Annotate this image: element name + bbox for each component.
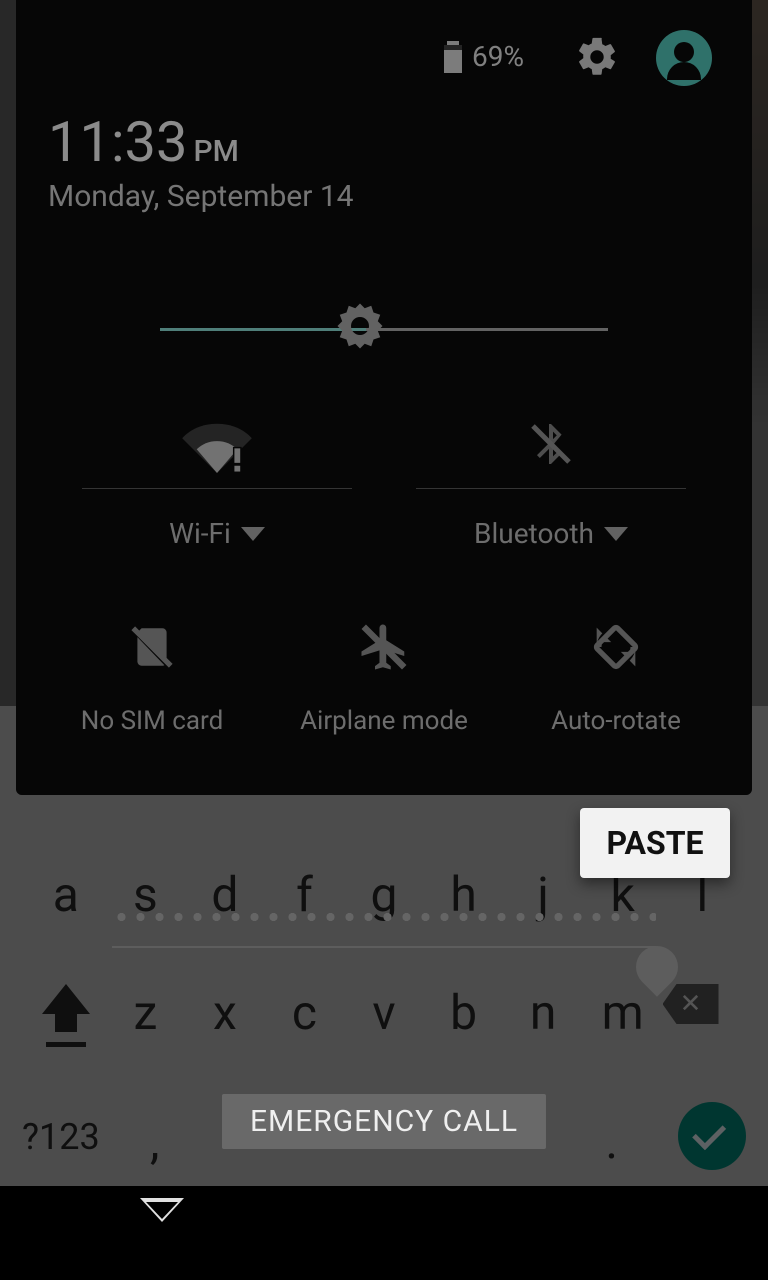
back-button[interactable] (140, 1222, 184, 1248)
clock-block[interactable]: 11:33PM Monday, September 14 (16, 109, 752, 214)
sim-label: No SIM card (81, 706, 223, 736)
bluetooth-label: Bluetooth (474, 517, 594, 550)
clock-ampm: PM (193, 134, 238, 169)
brightness-slider[interactable] (16, 298, 752, 358)
airplane-off-icon (357, 620, 411, 674)
auto-rotate-icon (587, 618, 645, 676)
wifi-icon (181, 415, 253, 473)
autorotate-label: Auto-rotate (551, 706, 681, 736)
user-avatar-button[interactable] (656, 30, 712, 86)
battery-icon (444, 41, 462, 73)
brightness-icon (333, 299, 387, 353)
chevron-down-icon (604, 527, 628, 541)
sim-tile[interactable]: No SIM card (36, 612, 268, 736)
wifi-label: Wi-Fi (169, 517, 231, 550)
settings-button[interactable] (574, 34, 620, 84)
autorotate-tile[interactable]: Auto-rotate (500, 612, 732, 736)
gear-icon (574, 34, 620, 80)
paste-popup[interactable]: PASTE (580, 808, 730, 878)
chevron-down-icon (241, 527, 265, 541)
battery-status: 69% (444, 40, 524, 73)
navigation-bar (0, 1186, 768, 1280)
airplane-tile[interactable]: Airplane mode (268, 612, 500, 736)
airplane-label: Airplane mode (300, 706, 468, 736)
wifi-tile[interactable]: Wi-Fi (50, 404, 384, 550)
no-sim-icon (127, 620, 177, 674)
battery-percent: 69% (472, 40, 524, 73)
quick-settings-panel: 69% 11:33PM Monday, September 14 (16, 0, 752, 795)
tile-divider (416, 488, 686, 489)
avatar-icon (674, 42, 694, 62)
bluetooth-tile[interactable]: Bluetooth (384, 404, 718, 550)
bluetooth-off-icon (527, 415, 575, 473)
clock-date: Monday, September 14 (48, 179, 752, 214)
clock-time: 11:33 (48, 109, 187, 175)
emergency-call-button[interactable]: EMERGENCY CALL (222, 1094, 546, 1149)
qs-tiles-row-2: No SIM card Airplane mode (16, 612, 752, 736)
qs-header: 69% (16, 0, 752, 115)
back-icon (140, 1198, 184, 1241)
tile-divider (82, 488, 352, 489)
qs-tiles-row-1: Wi-Fi Bluetooth (16, 404, 752, 550)
